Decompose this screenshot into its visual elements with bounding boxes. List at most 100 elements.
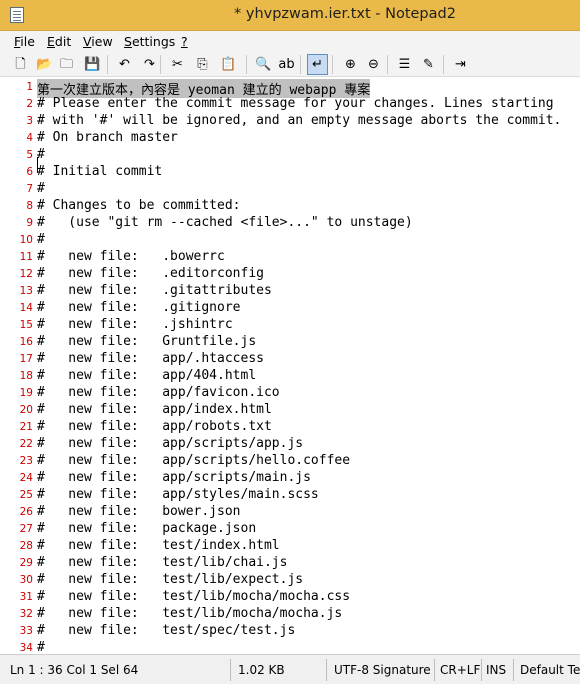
editor-line[interactable]: 22 # new file: app/scripts/app.js	[0, 436, 580, 453]
editor-line[interactable]: 1 第一次建立版本，內容是 yeoman 建立的 webapp 專案	[0, 79, 580, 98]
editor-line[interactable]: 23 # new file: app/scripts/hello.coffee	[0, 453, 580, 470]
menu-item-edit[interactable]: Edit	[47, 34, 71, 49]
word-wrap-icon[interactable]: ↵	[307, 54, 328, 75]
status-line-ending[interactable]: CR+LF	[436, 659, 480, 681]
editor-line[interactable]: 6 # Initial commit	[0, 164, 580, 181]
replace-icon[interactable]: ab	[276, 54, 297, 75]
title-bar[interactable]: * yhvpzwam.ier.txt - Notepad2	[0, 0, 580, 31]
status-divider	[326, 659, 327, 681]
editor-line[interactable]: 7 #	[0, 181, 580, 198]
status-insert-mode[interactable]: INS	[482, 659, 506, 681]
browse-icon[interactable]: 🗀	[56, 54, 77, 75]
menu-accelerator: S	[124, 34, 132, 49]
menu-accelerator: ?	[181, 34, 188, 49]
line-number: 7	[26, 183, 33, 195]
line-number: 12	[19, 268, 33, 280]
menu-label: iew	[91, 34, 113, 49]
cut-icon[interactable]: ✂	[167, 54, 188, 75]
editor-line[interactable]: 17 # new file: app/.htaccess	[0, 351, 580, 368]
line-number: 28	[19, 540, 33, 552]
editor-line[interactable]: 33 # new file: test/spec/test.js	[0, 623, 580, 640]
editor-line[interactable]: 20 # new file: app/index.html	[0, 402, 580, 419]
undo-icon[interactable]: ↶	[114, 54, 135, 75]
menu-bar: File Edit View Settings?	[0, 31, 580, 52]
line-number: 19	[19, 387, 33, 399]
editor-line[interactable]: 26 # new file: bower.json	[0, 504, 580, 521]
line-text: # new file: test/lib/mocha/mocha.js	[37, 606, 343, 621]
line-number: 15	[19, 319, 33, 331]
toolbar-separator	[387, 55, 388, 74]
line-number: 33	[19, 625, 33, 637]
editor-line[interactable]: 29 # new file: test/lib/chai.js	[0, 555, 580, 572]
editor-line[interactable]: 28 # new file: test/index.html	[0, 538, 580, 555]
save-icon[interactable]: 💾	[82, 54, 103, 75]
editor-line[interactable]: 25 # new file: app/styles/main.scss	[0, 487, 580, 504]
editor-line[interactable]: 2 # Please enter the commit message for y…	[0, 96, 580, 113]
line-text: # new file: test/index.html	[37, 538, 280, 553]
redo-icon[interactable]: ↷	[139, 54, 160, 75]
line-text: # new file: test/lib/mocha/mocha.css	[37, 589, 351, 604]
menu-item-file[interactable]: File	[14, 34, 35, 49]
exit-icon[interactable]: ⇥	[450, 54, 471, 75]
line-number: 6	[26, 166, 33, 178]
line-text: # Changes to be committed:	[37, 198, 241, 213]
editor-line[interactable]: 4 # On branch master	[0, 130, 580, 147]
editor-line[interactable]: 12 # new file: .editorconfig	[0, 266, 580, 283]
editor-line[interactable]: 21 # new file: app/robots.txt	[0, 419, 580, 436]
menu-item-view[interactable]: View	[83, 34, 113, 49]
open-folder-icon[interactable]: 📂	[34, 54, 55, 75]
line-text: # new file: .editorconfig	[37, 266, 264, 281]
zoom-out-icon[interactable]: ⊖	[363, 54, 384, 75]
editor-line[interactable]: 24 # new file: app/scripts/main.js	[0, 470, 580, 487]
editor-line[interactable]: 14 # new file: .gitignore	[0, 300, 580, 317]
status-encoding[interactable]: UTF-8 Signature	[330, 659, 431, 681]
editor-line[interactable]: 16 # new file: Gruntfile.js	[0, 334, 580, 351]
line-text: # On branch master	[37, 130, 178, 145]
line-text: # with '#' will be ignored, and an empty…	[37, 113, 562, 128]
line-text: # new file: app/styles/main.scss	[37, 487, 319, 502]
line-number: 13	[19, 285, 33, 297]
text-editor[interactable]: 1 第一次建立版本，內容是 yeoman 建立的 webapp 專案 2 # Plea…	[0, 77, 580, 654]
editor-line[interactable]: 30 # new file: test/lib/expect.js	[0, 572, 580, 589]
line-number: 24	[19, 472, 33, 484]
find-icon[interactable]: 🔍	[253, 54, 274, 75]
editor-line[interactable]: 5 #	[0, 147, 580, 164]
editor-line[interactable]: 27 # new file: package.json	[0, 521, 580, 538]
menu-label: dit	[54, 34, 72, 49]
line-text: # Initial commit	[37, 164, 163, 179]
status-file-size: 1.02 KB	[238, 663, 285, 677]
new-file-icon[interactable]: 🗋	[10, 54, 31, 75]
zoom-in-icon[interactable]: ⊕	[340, 54, 361, 75]
line-number: 17	[19, 353, 33, 365]
status-bar: Ln 1 : 36 Col 1 Sel 64 1.02 KB UTF-8 Sig…	[0, 654, 580, 684]
line-number: 26	[19, 506, 33, 518]
scheme-icon[interactable]: ☰	[394, 54, 415, 75]
paste-icon[interactable]: 📋	[218, 54, 239, 75]
editor-line[interactable]: 18 # new file: app/404.html	[0, 368, 580, 385]
copy-icon[interactable]: ⎘	[192, 54, 213, 75]
line-text: # new file: .bowerrc	[37, 249, 225, 264]
editor-line[interactable]: 32 # new file: test/lib/mocha/mocha.js	[0, 606, 580, 623]
line-number: 4	[26, 132, 33, 144]
editor-line[interactable]: 11 # new file: .bowerrc	[0, 249, 580, 266]
toolbar-separator	[332, 55, 333, 74]
menu-item-help[interactable]: ?	[181, 34, 188, 49]
editor-line[interactable]: 3 # with '#' will be ignored, and an empt…	[0, 113, 580, 130]
editor-line[interactable]: 8 # Changes to be committed:	[0, 198, 580, 215]
editor-line[interactable]: 9 # (use "git rm --cached <file>..." to u…	[0, 215, 580, 232]
customize-icon[interactable]: ✎	[418, 54, 439, 75]
editor-line[interactable]: 10 #	[0, 232, 580, 249]
line-number: 18	[19, 370, 33, 382]
line-number: 30	[19, 574, 33, 586]
editor-line[interactable]: 13 # new file: .gitattributes	[0, 283, 580, 300]
line-text: # new file: app/index.html	[37, 402, 272, 417]
line-number: 16	[19, 336, 33, 348]
editor-line[interactable]: 15 # new file: .jshintrc	[0, 317, 580, 334]
line-text: # new file: .gitignore	[37, 300, 241, 315]
editor-line[interactable]: 31 # new file: test/lib/mocha/mocha.css	[0, 589, 580, 606]
menu-item-settings[interactable]: Settings	[124, 34, 175, 49]
editor-line[interactable]: 34 #	[0, 640, 580, 654]
editor-line[interactable]: 19 # new file: app/favicon.ico	[0, 385, 580, 402]
line-text: # new file: app/scripts/hello.coffee	[37, 453, 351, 468]
status-scheme[interactable]: Default Text	[516, 659, 580, 681]
